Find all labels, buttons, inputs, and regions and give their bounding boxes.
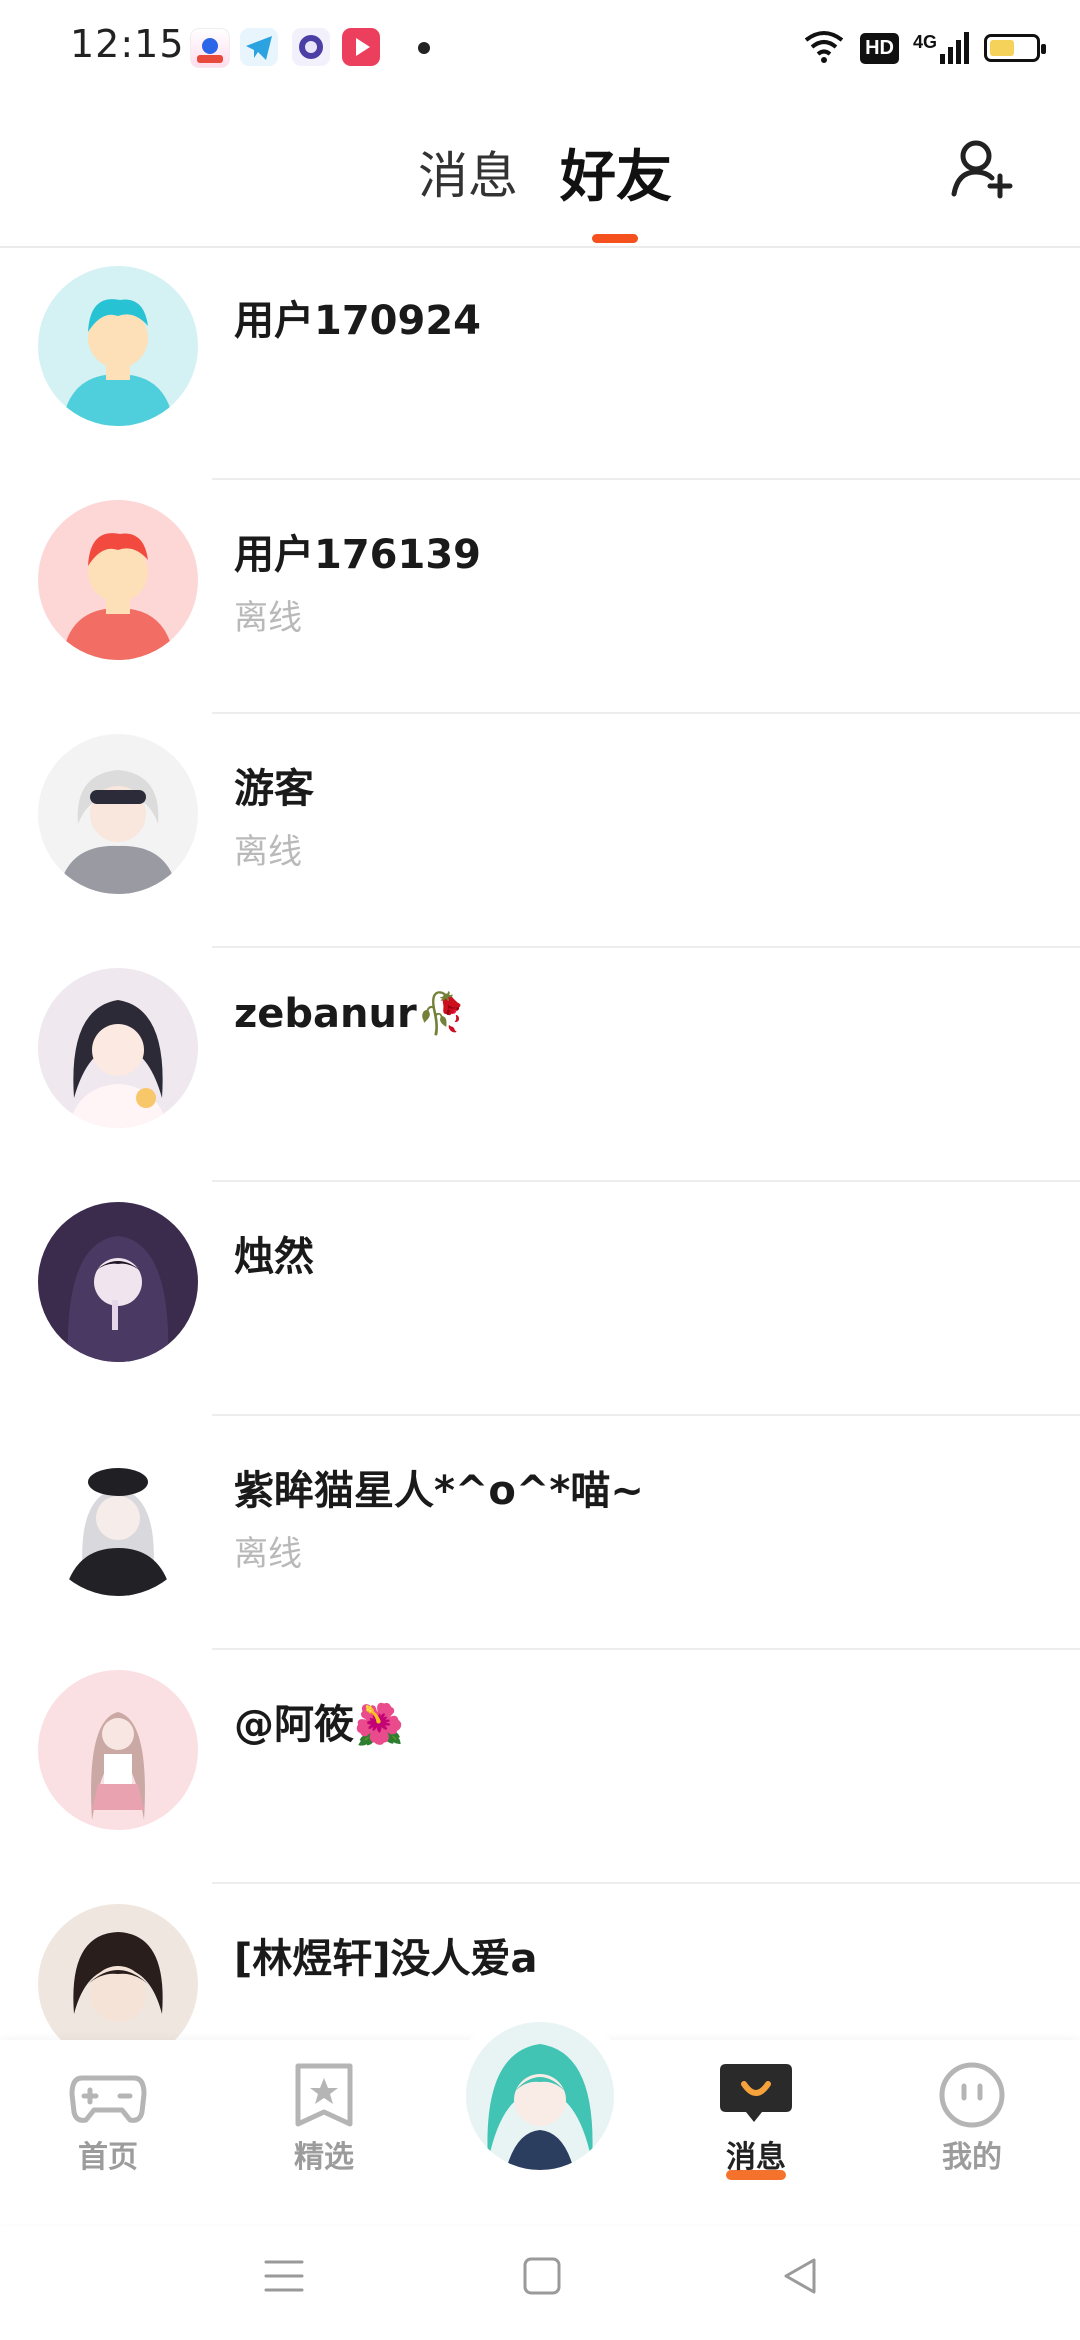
avatar — [38, 1670, 198, 1830]
avatar — [38, 1904, 198, 2040]
battery-level — [990, 40, 1014, 56]
avatar — [38, 1202, 198, 1362]
friend-row[interactable]: 烛然 — [0, 1182, 1080, 1416]
friend-name: zebanur🥀 — [234, 991, 467, 1037]
nav-messages-label: 消息 — [726, 2140, 786, 2175]
nav-featured[interactable]: 精选 — [264, 2060, 384, 2176]
network-type: 4G — [912, 32, 937, 52]
telegram-app-icon — [240, 28, 278, 66]
back-triangle-icon[interactable] — [778, 2254, 822, 2298]
smiley-face-icon — [939, 2062, 1005, 2128]
nav-featured-label: 精选 — [294, 2140, 354, 2175]
nav-mine-label: 我的 — [942, 2140, 1002, 2175]
status-bar: 12:15 HD 4G — [0, 0, 1080, 96]
friend-row[interactable]: 用户176139 离线 — [0, 480, 1080, 714]
friend-status: 离线 — [234, 832, 302, 872]
cellular-signal-icon: 4G — [913, 32, 970, 64]
friend-row[interactable]: 游客 离线 — [0, 714, 1080, 948]
friend-name: [林煜轩]没人爱a — [234, 1936, 538, 1982]
top-nav: 消息 好友 — [0, 96, 1080, 248]
friend-list: 用户170924 用户176139 离线 游客 离线 zebanur🥀 烛然 紫… — [0, 246, 1080, 2040]
avatar — [38, 734, 198, 894]
friend-row[interactable]: zebanur🥀 — [0, 948, 1080, 1182]
nav-messages[interactable]: 消息 — [696, 2060, 816, 2180]
bottom-nav: 首页 精选 消息 我的 — [0, 2006, 1080, 2224]
menu-icon[interactable] — [262, 2254, 306, 2298]
avatar — [38, 1436, 198, 1596]
avatar — [38, 266, 198, 426]
status-time: 12:15 — [70, 22, 185, 66]
notification-dot — [418, 42, 430, 54]
gamepad-icon — [69, 2075, 147, 2123]
avatar — [38, 968, 198, 1128]
friend-row[interactable]: 紫眸猫星人*^o^*喵~ 离线 — [0, 1416, 1080, 1650]
center-avatar-button[interactable] — [466, 2022, 614, 2170]
battery-icon — [984, 34, 1046, 62]
friend-name: @阿筱🌺 — [234, 1702, 404, 1748]
home-square-icon[interactable] — [520, 2254, 564, 2298]
friend-name: 用户176139 — [234, 532, 481, 578]
tab-friends[interactable]: 好友 — [560, 132, 672, 213]
avatar — [38, 500, 198, 660]
nav-home[interactable]: 首页 — [48, 2060, 168, 2176]
friend-row[interactable]: @阿筱🌺 — [0, 1650, 1080, 1884]
star-bookmark-icon — [295, 2063, 353, 2127]
nav-home-label: 首页 — [78, 2140, 138, 2175]
friend-status: 离线 — [234, 598, 302, 638]
nav-mine[interactable]: 我的 — [912, 2060, 1032, 2176]
tab-messages[interactable]: 消息 — [418, 136, 518, 208]
chat-bubble-icon — [720, 2064, 792, 2122]
hd-badge: HD — [860, 32, 899, 64]
add-user-icon[interactable] — [948, 134, 1018, 204]
friend-name: 烛然 — [234, 1234, 314, 1280]
video-app-icon — [342, 28, 380, 66]
friend-name: 游客 — [234, 766, 314, 812]
friend-name: 用户170924 — [234, 298, 481, 344]
browser-app-icon — [292, 28, 330, 66]
active-tab-indicator — [592, 234, 638, 243]
friend-row[interactable]: 用户170924 — [0, 246, 1080, 480]
friend-status: 离线 — [234, 1534, 302, 1574]
wifi-icon — [802, 28, 846, 68]
baidu-app-icon — [190, 28, 230, 68]
system-nav-bar — [0, 2224, 1080, 2340]
friend-name: 紫眸猫星人*^o^*喵~ — [234, 1468, 644, 1514]
